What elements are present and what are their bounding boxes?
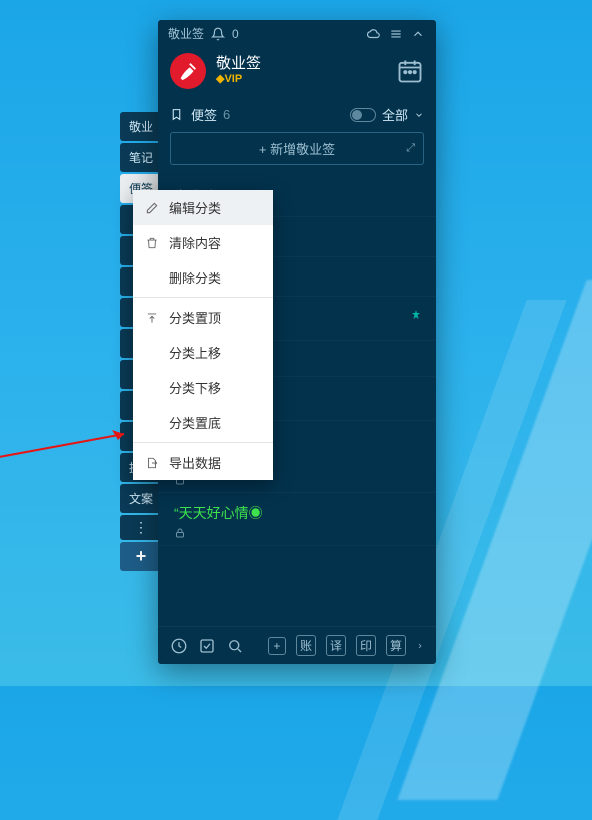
expand-icon[interactable]: ⤢	[406, 142, 415, 155]
view-toggle[interactable]	[350, 108, 376, 122]
account-button[interactable]: 账	[296, 635, 316, 656]
ctx-label: 分类下移	[169, 378, 221, 397]
export-icon	[145, 456, 159, 470]
ctx-label: 清除内容	[169, 233, 221, 252]
ctx-move-down[interactable]: 分类下移	[133, 370, 273, 405]
side-tab-add[interactable]: +	[120, 542, 162, 571]
ctx-edit-category[interactable]: 编辑分类	[133, 190, 273, 225]
list-item[interactable]: “天天好心情◉	[158, 493, 436, 546]
ctx-clear-content[interactable]: 清除内容	[133, 225, 273, 260]
ctx-separator	[133, 297, 273, 298]
side-tab-0[interactable]: 敬业	[120, 112, 162, 141]
ctx-move-bottom[interactable]: 分类置底	[133, 405, 273, 440]
header: 敬业签 ◆VIP	[158, 47, 436, 99]
ctx-label: 导出数据	[169, 453, 221, 472]
ctx-label: 删除分类	[169, 268, 221, 287]
cloud-sync-icon[interactable]	[366, 26, 382, 42]
complete-icon[interactable]	[198, 637, 216, 655]
bell-count: 0	[232, 27, 239, 41]
add-note-button[interactable]: + 新增敬业签 ⤢	[170, 132, 424, 165]
titlebar-app: 敬业签	[168, 25, 204, 42]
ctx-label: 分类置底	[169, 413, 221, 432]
lock-icon	[174, 527, 186, 539]
category-label[interactable]: 便签	[191, 105, 217, 124]
filter-all[interactable]: 全部	[382, 105, 408, 124]
bottombar-chevron-icon[interactable]	[416, 642, 424, 650]
ctx-label: 分类上移	[169, 343, 221, 362]
collapse-icon[interactable]	[410, 26, 426, 42]
category-bar: 便签 6 全部	[158, 99, 436, 130]
pin-icon	[410, 309, 422, 321]
to-top-icon	[145, 311, 159, 325]
print-button[interactable]: 印	[356, 635, 376, 656]
search-icon[interactable]	[226, 637, 244, 655]
plus-button[interactable]: +	[268, 637, 286, 655]
add-note-label: + 新增敬业签	[259, 139, 335, 158]
ctx-move-top[interactable]: 分类置顶	[133, 300, 273, 335]
calc-button[interactable]: 算	[386, 635, 406, 656]
note-text: “天天好心情◉	[174, 503, 422, 523]
bookmark-icon	[170, 108, 183, 121]
calendar-icon[interactable]	[396, 57, 424, 85]
ctx-label: 编辑分类	[169, 198, 221, 217]
edit-icon	[145, 201, 159, 215]
titlebar: 敬业签 0	[158, 20, 436, 47]
ctx-separator	[133, 442, 273, 443]
category-count: 6	[223, 107, 230, 122]
ctx-delete-category[interactable]: 删除分类	[133, 260, 273, 295]
ctx-label: 分类置顶	[169, 308, 221, 327]
side-tab-12[interactable]: 文案	[120, 484, 162, 513]
trash-icon	[145, 236, 159, 250]
ctx-move-up[interactable]: 分类上移	[133, 335, 273, 370]
chevron-down-icon[interactable]	[414, 110, 424, 120]
bottom-bar: + 账 译 印 算	[158, 626, 436, 664]
app-logo-icon	[170, 53, 206, 89]
vip-badge: ◆VIP	[216, 73, 261, 86]
side-tab-1[interactable]: 笔记	[120, 143, 162, 172]
ctx-export-data[interactable]: 导出数据	[133, 445, 273, 480]
context-menu: 编辑分类 清除内容 删除分类 分类置顶 分类上移 分类下移 分类置底 导出数据	[133, 190, 273, 480]
translate-button[interactable]: 译	[326, 635, 346, 656]
app-name: 敬业签	[216, 55, 261, 73]
side-tab-more[interactable]: ⋮	[120, 515, 162, 540]
history-icon[interactable]	[170, 637, 188, 655]
bell-icon[interactable]	[210, 26, 226, 42]
menu-icon[interactable]	[388, 26, 404, 42]
